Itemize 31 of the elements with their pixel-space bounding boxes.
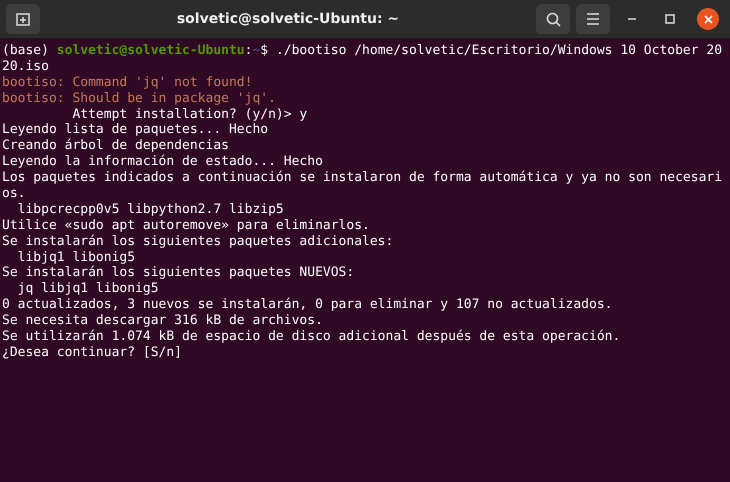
close-icon: [704, 14, 712, 24]
terminal-line: bootiso: Should be in package 'jq'.: [2, 90, 277, 107]
terminal-line: libpcrecpp0v5 libpython2.7 libzip5: [16, 202, 285, 218]
menu-button[interactable]: [576, 4, 610, 34]
terminal-line: 0 actualizados, 3 nuevos se instalarán, 0 para eliminar y 107 no actualizados.: [2, 297, 614, 314]
terminal-line: (base) solvetic@solvetic-Ubuntu:~$ ./bootiso /home/solvetic/Escritorio/Windows 10 October 20: [2, 43, 724, 59]
minimize-icon: [627, 18, 637, 20]
terminal-line: os.: [2, 186, 26, 202]
new-tab-icon: [16, 12, 30, 26]
close-button[interactable]: [697, 8, 719, 30]
window-title: solvetic@solvetic-Ubuntu: ~: [176, 11, 400, 27]
search-icon: [546, 12, 560, 26]
terminal-line: Se instalarán los siguientes paquetes adicionales:: [2, 234, 394, 250]
terminal-line: Utilice «sudo apt autoremove» para eliminarlos.: [2, 218, 371, 234]
terminal-line: Se utilizarán 1.074 kB de espacio de disco adicional después de esta operación.: [2, 329, 622, 345]
terminal-line: Leyendo lista de paquetes... Hecho: [2, 122, 270, 138]
terminal-line: 20.iso: [2, 58, 50, 75]
terminal-line: ¿Desea continuar? [S/n]: [2, 344, 184, 361]
terminal-line: Se necesita descargar 316 kB de archivos.: [2, 313, 324, 330]
maximize-icon: [665, 14, 675, 24]
terminal-line: libjq1 libonig5: [16, 250, 136, 266]
terminal-line: Creando árbol de dependencias: [2, 138, 230, 154]
new-tab-button[interactable]: [6, 4, 40, 34]
terminal-line: bootiso: Command 'jq' not found!: [2, 74, 254, 91]
terminal-line: Se instalarán los siguientes paquetes NUEVOS:: [2, 265, 356, 282]
terminal-line: jq libjq1 libonig5: [16, 281, 160, 298]
menu-icon: [586, 13, 600, 25]
terminal-line: Attempt installation? (y/n)> y: [71, 106, 308, 122]
terminal-line: Los paquetes indicados a continuación se instalaron de forma automática y ya no son necesari: [2, 170, 724, 186]
search-button[interactable]: [536, 4, 570, 34]
terminal-line: Leyendo la información de estado... Hecho: [2, 154, 324, 170]
